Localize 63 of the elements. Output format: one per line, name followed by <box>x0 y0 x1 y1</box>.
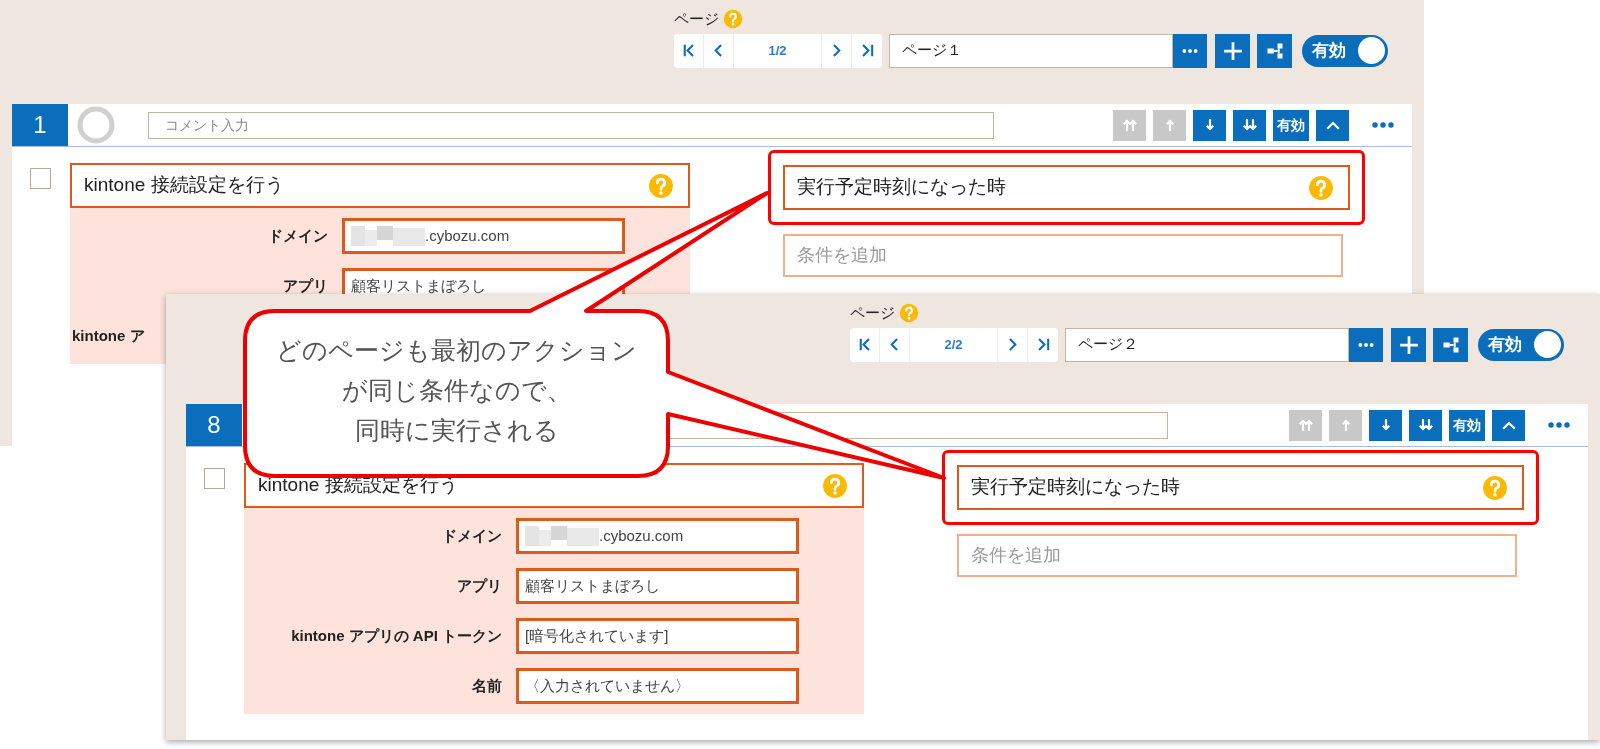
checkbox[interactable] <box>30 168 51 189</box>
add-page-button[interactable] <box>1391 327 1426 362</box>
page-position: 2/2 <box>910 327 998 362</box>
collapse-button[interactable] <box>1492 409 1525 441</box>
add-condition-field[interactable]: 条件を追加 <box>783 234 1343 277</box>
enable-button[interactable]: 有効 <box>1273 109 1309 141</box>
field-label: 名前 <box>471 675 502 696</box>
field-value: 顧客リストまぼろし <box>525 575 660 596</box>
more-icon <box>1181 47 1199 54</box>
action-title: kintone 接続設定を行う <box>84 173 284 198</box>
plus-icon <box>1398 334 1419 355</box>
field-label: アプリ <box>282 275 328 296</box>
more-icon <box>1357 341 1375 348</box>
condition-title: 実行予定時刻になった時 <box>971 475 1180 500</box>
move-to-top-icon <box>1121 117 1138 133</box>
input-field[interactable]: .cybozu.com <box>342 218 625 254</box>
flow-button[interactable] <box>1257 33 1292 68</box>
collapse-button[interactable] <box>1316 109 1349 141</box>
more-icon <box>1370 121 1396 129</box>
step-number: 8 <box>186 404 242 446</box>
add-condition-field[interactable]: 条件を追加 <box>957 534 1517 577</box>
field-label: kintone ア <box>71 325 145 346</box>
input-field[interactable]: .cybozu.com <box>516 518 799 554</box>
comment-field[interactable]: コメント入力 <box>148 111 994 139</box>
move-bottom-button[interactable] <box>1233 109 1266 141</box>
enable-button[interactable]: 有効 <box>1449 409 1485 441</box>
field-label: ドメイン <box>441 525 502 546</box>
field-value: 〈入力されていません〉 <box>525 675 690 696</box>
flow-button[interactable] <box>1433 327 1468 362</box>
add-page-button[interactable] <box>1215 33 1250 68</box>
move-to-bottom-icon <box>1241 117 1258 133</box>
page-name-field[interactable]: ページ２ <box>1065 327 1349 362</box>
field-label: アプリ <box>456 575 502 596</box>
field-label: kintone アプリの API トークン <box>290 625 502 646</box>
field-value: [暗号化されています] <box>525 625 669 646</box>
toggle-switch[interactable]: 有効 <box>1302 34 1388 67</box>
page-position: 1/2 <box>734 33 822 68</box>
input-field[interactable]: 〈入力されていません〉 <box>516 668 799 704</box>
checkbox[interactable] <box>204 468 225 489</box>
condition-title: 実行予定時刻になった時 <box>797 175 1006 200</box>
move-bottom-button[interactable] <box>1409 409 1442 441</box>
input-field[interactable]: [暗号化されています] <box>516 618 799 654</box>
first-page-icon <box>681 43 696 58</box>
input-field[interactable]: 顧客リストまぼろし <box>516 568 799 604</box>
plus-icon <box>1222 40 1243 61</box>
more-button[interactable] <box>1349 327 1383 362</box>
field-value: .cybozu.com <box>599 525 684 546</box>
field-value: 顧客リストまぼろし <box>351 275 486 296</box>
more-icon <box>1546 421 1572 429</box>
step-number: 1 <box>12 104 68 146</box>
move-to-top-icon <box>1297 417 1314 433</box>
page-name-field[interactable]: ページ１ <box>889 33 1173 68</box>
first-page-icon <box>857 337 872 352</box>
callout-text: どのページも最初のアクション が同じ条件なので、 同時に実行される <box>275 335 638 446</box>
move-down-button[interactable] <box>1369 409 1402 441</box>
field-label: ドメイン <box>267 225 328 246</box>
page-label: ページ <box>850 303 895 323</box>
move-down-button[interactable] <box>1193 109 1226 141</box>
page-label: ページ <box>674 9 719 29</box>
move-to-bottom-icon <box>1417 417 1434 433</box>
more-button[interactable] <box>1173 33 1207 68</box>
field-value: .cybozu.com <box>425 225 510 246</box>
toggle-switch[interactable]: 有効 <box>1478 328 1564 361</box>
